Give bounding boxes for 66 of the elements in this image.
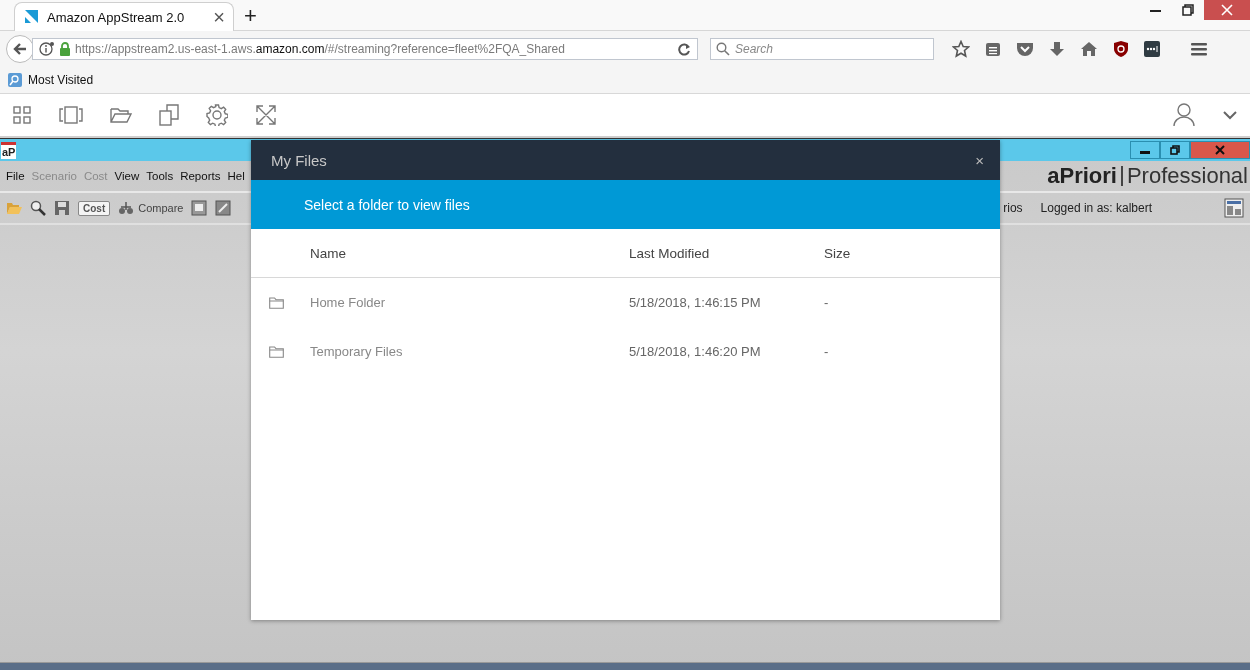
toolbar-label[interactable]: rios bbox=[1003, 201, 1023, 215]
reading-list-icon[interactable] bbox=[985, 41, 1001, 57]
back-button[interactable] bbox=[6, 35, 34, 63]
column-header[interactable]: Size bbox=[824, 245, 1000, 261]
folder-icon bbox=[269, 345, 284, 358]
reload-icon[interactable] bbox=[677, 42, 691, 56]
close-window-button[interactable] bbox=[1204, 0, 1250, 20]
compare-button[interactable]: Compare bbox=[118, 201, 184, 215]
settings-icon[interactable] bbox=[206, 104, 228, 126]
windows-icon[interactable] bbox=[59, 105, 83, 125]
browser-tab[interactable]: Amazon AppStream 2.0 × bbox=[14, 2, 234, 31]
pocket-icon[interactable] bbox=[1016, 41, 1034, 57]
close-tab-button[interactable]: × bbox=[213, 7, 225, 27]
restore-icon[interactable] bbox=[1182, 4, 1194, 16]
magnifier-icon[interactable] bbox=[30, 200, 46, 216]
address-bar[interactable]: https://appstream2.us-east-1.aws.amazon.com/#/streaming?reference=fleet%2FQA_Shared bbox=[32, 38, 698, 60]
home-icon[interactable] bbox=[1080, 41, 1098, 57]
layout-icon[interactable] bbox=[1224, 198, 1244, 218]
dialog-title: My Files bbox=[271, 151, 328, 169]
url-text: https://appstream2.us-east-1.aws.amazon.com/#/streaming?reference=fleet%2FQA_Shared bbox=[75, 42, 566, 56]
close-button[interactable] bbox=[1190, 141, 1250, 159]
info-icon bbox=[39, 41, 55, 57]
menu-item[interactable]: View bbox=[114, 170, 140, 182]
search-field[interactable]: Search bbox=[710, 38, 934, 60]
tab-title: Amazon AppStream 2.0 bbox=[47, 9, 186, 25]
app-logo: aP bbox=[1, 141, 17, 159]
shield-icon[interactable] bbox=[1113, 40, 1129, 58]
bookmark-link[interactable]: Most Visited bbox=[28, 73, 94, 87]
restore-button[interactable] bbox=[1160, 141, 1190, 159]
back-arrow-icon bbox=[12, 41, 28, 57]
menu-item[interactable]: Reports bbox=[180, 170, 221, 182]
favicon-icon bbox=[23, 9, 39, 25]
folder-icon[interactable] bbox=[110, 105, 132, 125]
instruction-banner: Select a folder to view files bbox=[251, 180, 1000, 229]
brand-logo: aPriori Professional bbox=[1047, 163, 1249, 189]
password-icon[interactable] bbox=[1144, 41, 1160, 57]
close-icon bbox=[1215, 145, 1225, 155]
scale-icon bbox=[118, 201, 135, 215]
menu-item[interactable]: Tools bbox=[146, 170, 174, 182]
login-status: Logged in as: kalbert bbox=[1040, 201, 1152, 215]
user-icon[interactable] bbox=[1173, 103, 1195, 127]
copy-icon[interactable] bbox=[159, 104, 179, 126]
restore-icon bbox=[1170, 145, 1180, 155]
grid-icon[interactable] bbox=[12, 105, 32, 125]
menu-item[interactable]: Hel bbox=[227, 170, 245, 182]
minimize-button[interactable] bbox=[1130, 141, 1160, 159]
menu-item[interactable]: File bbox=[6, 170, 25, 182]
download-icon[interactable] bbox=[1049, 41, 1065, 57]
menu-icon[interactable] bbox=[1190, 41, 1208, 57]
star-icon[interactable] bbox=[952, 40, 970, 58]
fullscreen-icon[interactable] bbox=[255, 104, 277, 126]
folder-row[interactable]: Home Folder 5/18/2018, 1:46:15 PM - bbox=[251, 278, 1000, 327]
folder-icon bbox=[269, 296, 284, 309]
close-button[interactable]: × bbox=[975, 151, 984, 169]
lock-icon bbox=[59, 42, 71, 56]
column-header[interactable]: Name bbox=[310, 245, 629, 261]
chevron-down-icon[interactable] bbox=[1222, 109, 1238, 121]
column-header[interactable]: Last Modified bbox=[629, 245, 824, 261]
save-icon[interactable] bbox=[54, 200, 70, 216]
cost-button[interactable]: Cost bbox=[78, 200, 111, 216]
close-icon bbox=[1221, 4, 1233, 16]
new-tab-button[interactable]: + bbox=[244, 5, 257, 27]
edit-icon[interactable] bbox=[215, 200, 232, 216]
bookmark-folder-icon[interactable] bbox=[8, 73, 22, 87]
report-icon[interactable] bbox=[191, 200, 208, 216]
folder-row[interactable]: Temporary Files 5/18/2018, 1:46:20 PM - bbox=[251, 327, 1000, 376]
